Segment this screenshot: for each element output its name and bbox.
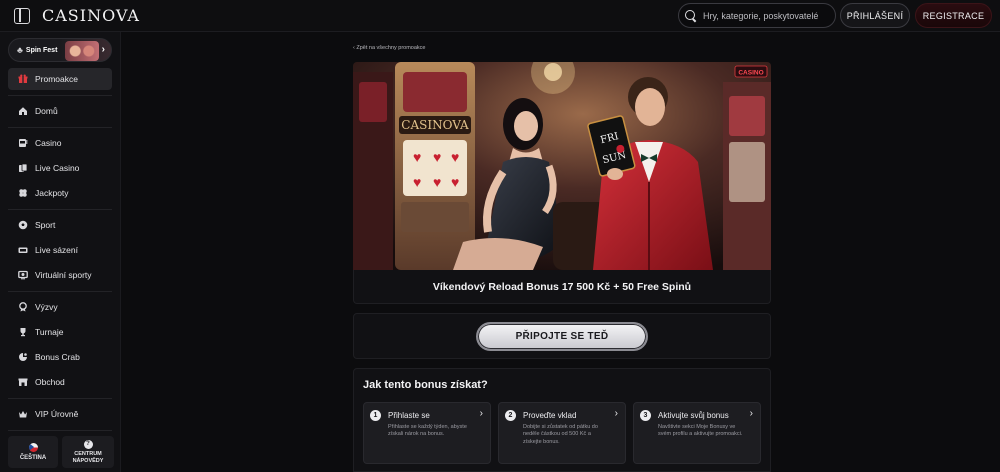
sidebar-item-label: Bonus Crab [35, 352, 80, 362]
step-title: Proveďte vklad [523, 411, 577, 420]
chevron-right-icon: › [101, 44, 105, 55]
heart-symbols: ♥ [413, 149, 421, 165]
language-selector[interactable]: ČEŠTINA [8, 436, 58, 468]
step-card-2[interactable]: 2 Proveďte vklad › Dobijte si zůstatek o… [498, 402, 626, 464]
soccer-ball-icon [18, 220, 28, 230]
how-to-title: Jak tento bonus získat? [363, 379, 488, 391]
vip-crown-icon [18, 409, 28, 419]
step-card-3[interactable]: 3 Aktivujte svůj bonus › Navštivte sekci… [633, 402, 761, 464]
chevron-right-icon: › [614, 408, 618, 419]
spin-fest-artwork [65, 41, 99, 61]
promo-title: Víkendový Reload Bonus 17 500 Kč + 50 Fr… [353, 270, 771, 304]
step-description: Dobijte si zůstatek od pátku do neděle č… [523, 424, 598, 445]
sidebar-item-casino[interactable]: Casino [8, 132, 112, 154]
spin-fest-banner[interactable]: ♣ Spin Fest › [8, 38, 112, 62]
sidebar-item-label: Live Casino [35, 163, 80, 173]
top-bar: CASINOVA PŘIHLÁŠENÍ REGISTRACE [0, 0, 1000, 32]
shop-icon [18, 377, 28, 387]
step-card-1[interactable]: 1 Přihlaste se › Přihlaste se každý týde… [363, 402, 491, 464]
sidebar-item-vip-urovne[interactable]: VIP Úrovně [8, 403, 112, 425]
trophy-icon [18, 327, 28, 337]
heart-symbols: ♥ [451, 149, 459, 165]
palm-tree-icon: ♣ [17, 45, 23, 55]
help-icon: ? [83, 440, 93, 450]
help-center-button[interactable]: ? CENTRUM NÁPOVĚDY [62, 436, 114, 468]
sidebar-item-label: Live sázení [35, 245, 78, 255]
cta-panel: PŘIPOJTE SE TEĎ [353, 313, 771, 359]
slot-sign-text: CASINOVA [401, 118, 469, 132]
step-description: Přihlaste se každý týden, abyste získali… [388, 424, 467, 438]
divider [8, 127, 112, 128]
heart-symbols: ♥ [433, 149, 441, 165]
join-now-button[interactable]: PŘIPOJTE SE TEĎ [476, 322, 648, 351]
sidebar-item-sport[interactable]: Sport [8, 214, 112, 236]
playing-cards-icon [18, 163, 28, 173]
search-input[interactable] [703, 10, 833, 21]
sidebar-item-label: Jackpoty [35, 188, 69, 198]
step-number: 2 [505, 410, 516, 421]
virtual-sports-icon [18, 270, 28, 280]
slot-machine-icon [18, 138, 28, 148]
chevron-right-icon: › [749, 408, 753, 419]
sidebar-item-label: Promoakce [35, 74, 78, 84]
sidebar-item-label: Casino [35, 138, 62, 148]
home-icon [18, 106, 28, 116]
medal-icon [18, 302, 28, 312]
search-box[interactable] [678, 3, 836, 28]
language-label: ČEŠTINA [19, 455, 47, 461]
sidebar-item-live-casino[interactable]: Live Casino [8, 157, 112, 179]
heart-symbols: ♥ [433, 174, 441, 190]
crab-icon [18, 352, 28, 362]
step-number: 1 [370, 410, 381, 421]
divider [8, 398, 112, 399]
step-title: Aktivujte svůj bonus [658, 411, 729, 420]
step-description: Navštivte sekci Moje Bonusy ve svém prof… [658, 424, 743, 438]
register-button[interactable]: REGISTRACE [915, 3, 992, 28]
sidebar-item-promoakce[interactable]: Promoakce [8, 68, 112, 90]
search-icon [685, 9, 697, 22]
how-to-get-bonus-panel: Jak tento bonus získat? 1 Přihlaste se ›… [353, 368, 771, 472]
divider [8, 430, 112, 431]
live-tv-icon [18, 245, 28, 255]
sidebar-item-bonus-crab[interactable]: Bonus Crab [8, 346, 112, 368]
spin-fest-label: Spin Fest [25, 46, 58, 54]
sidebar-item-vyzvy[interactable]: Výzvy [8, 296, 112, 318]
sidebar-item-label: Sport [35, 220, 56, 230]
sidebar-item-jackpoty[interactable]: Jackpoty [8, 182, 112, 204]
sidebar-item-label: Obchod [35, 377, 65, 387]
sidebar-item-label: Virtuální sporty [35, 270, 92, 280]
step-number: 3 [640, 410, 651, 421]
sidebar-item-label: Domů [35, 106, 58, 116]
chevron-right-icon: › [479, 408, 483, 419]
sidebar-item-turnaje[interactable]: Turnaje [8, 321, 112, 343]
promo-banner-image: CASINOVA ♥ ♥ ♥ ♥ ♥ ♥ FRI SUN CASINO [353, 62, 771, 270]
step-title: Přihlaste se [388, 411, 430, 420]
sidebar-toggle-icon[interactable] [14, 8, 30, 24]
sidebar-item-virtualni-sporty[interactable]: Virtuální sporty [8, 264, 112, 286]
login-button[interactable]: PŘIHLÁŠENÍ [840, 3, 910, 28]
sidebar-item-label: VIP Úrovně [35, 409, 79, 419]
heart-symbols: ♥ [451, 174, 459, 190]
sidebar-item-obchod[interactable]: Obchod [8, 371, 112, 393]
sidebar-item-label: Výzvy [35, 302, 58, 312]
casino-badge: CASINO [738, 70, 763, 77]
casinova-logo[interactable]: CASINOVA [42, 6, 140, 25]
back-link-label: Zpět na všechny promoakce [356, 45, 426, 51]
heart-symbols: ♥ [413, 174, 421, 190]
czech-flag-icon [28, 443, 38, 452]
divider [8, 291, 112, 292]
help-label-line2: NÁPOVĚDY [72, 457, 104, 464]
divider [8, 209, 112, 210]
clover-icon [18, 188, 28, 198]
sidebar-item-domu[interactable]: Domů [8, 100, 112, 122]
divider [8, 95, 112, 96]
back-to-promotions-link[interactable]: ‹ Zpět na všechny promoakce [353, 45, 425, 51]
sidebar-item-label: Turnaje [35, 327, 64, 337]
sidebar-item-live-sazeni[interactable]: Live sázení [8, 239, 112, 261]
gift-icon [18, 74, 28, 84]
sidebar: ♣ Spin Fest › Promoakce Domů Casino Live… [0, 32, 121, 472]
